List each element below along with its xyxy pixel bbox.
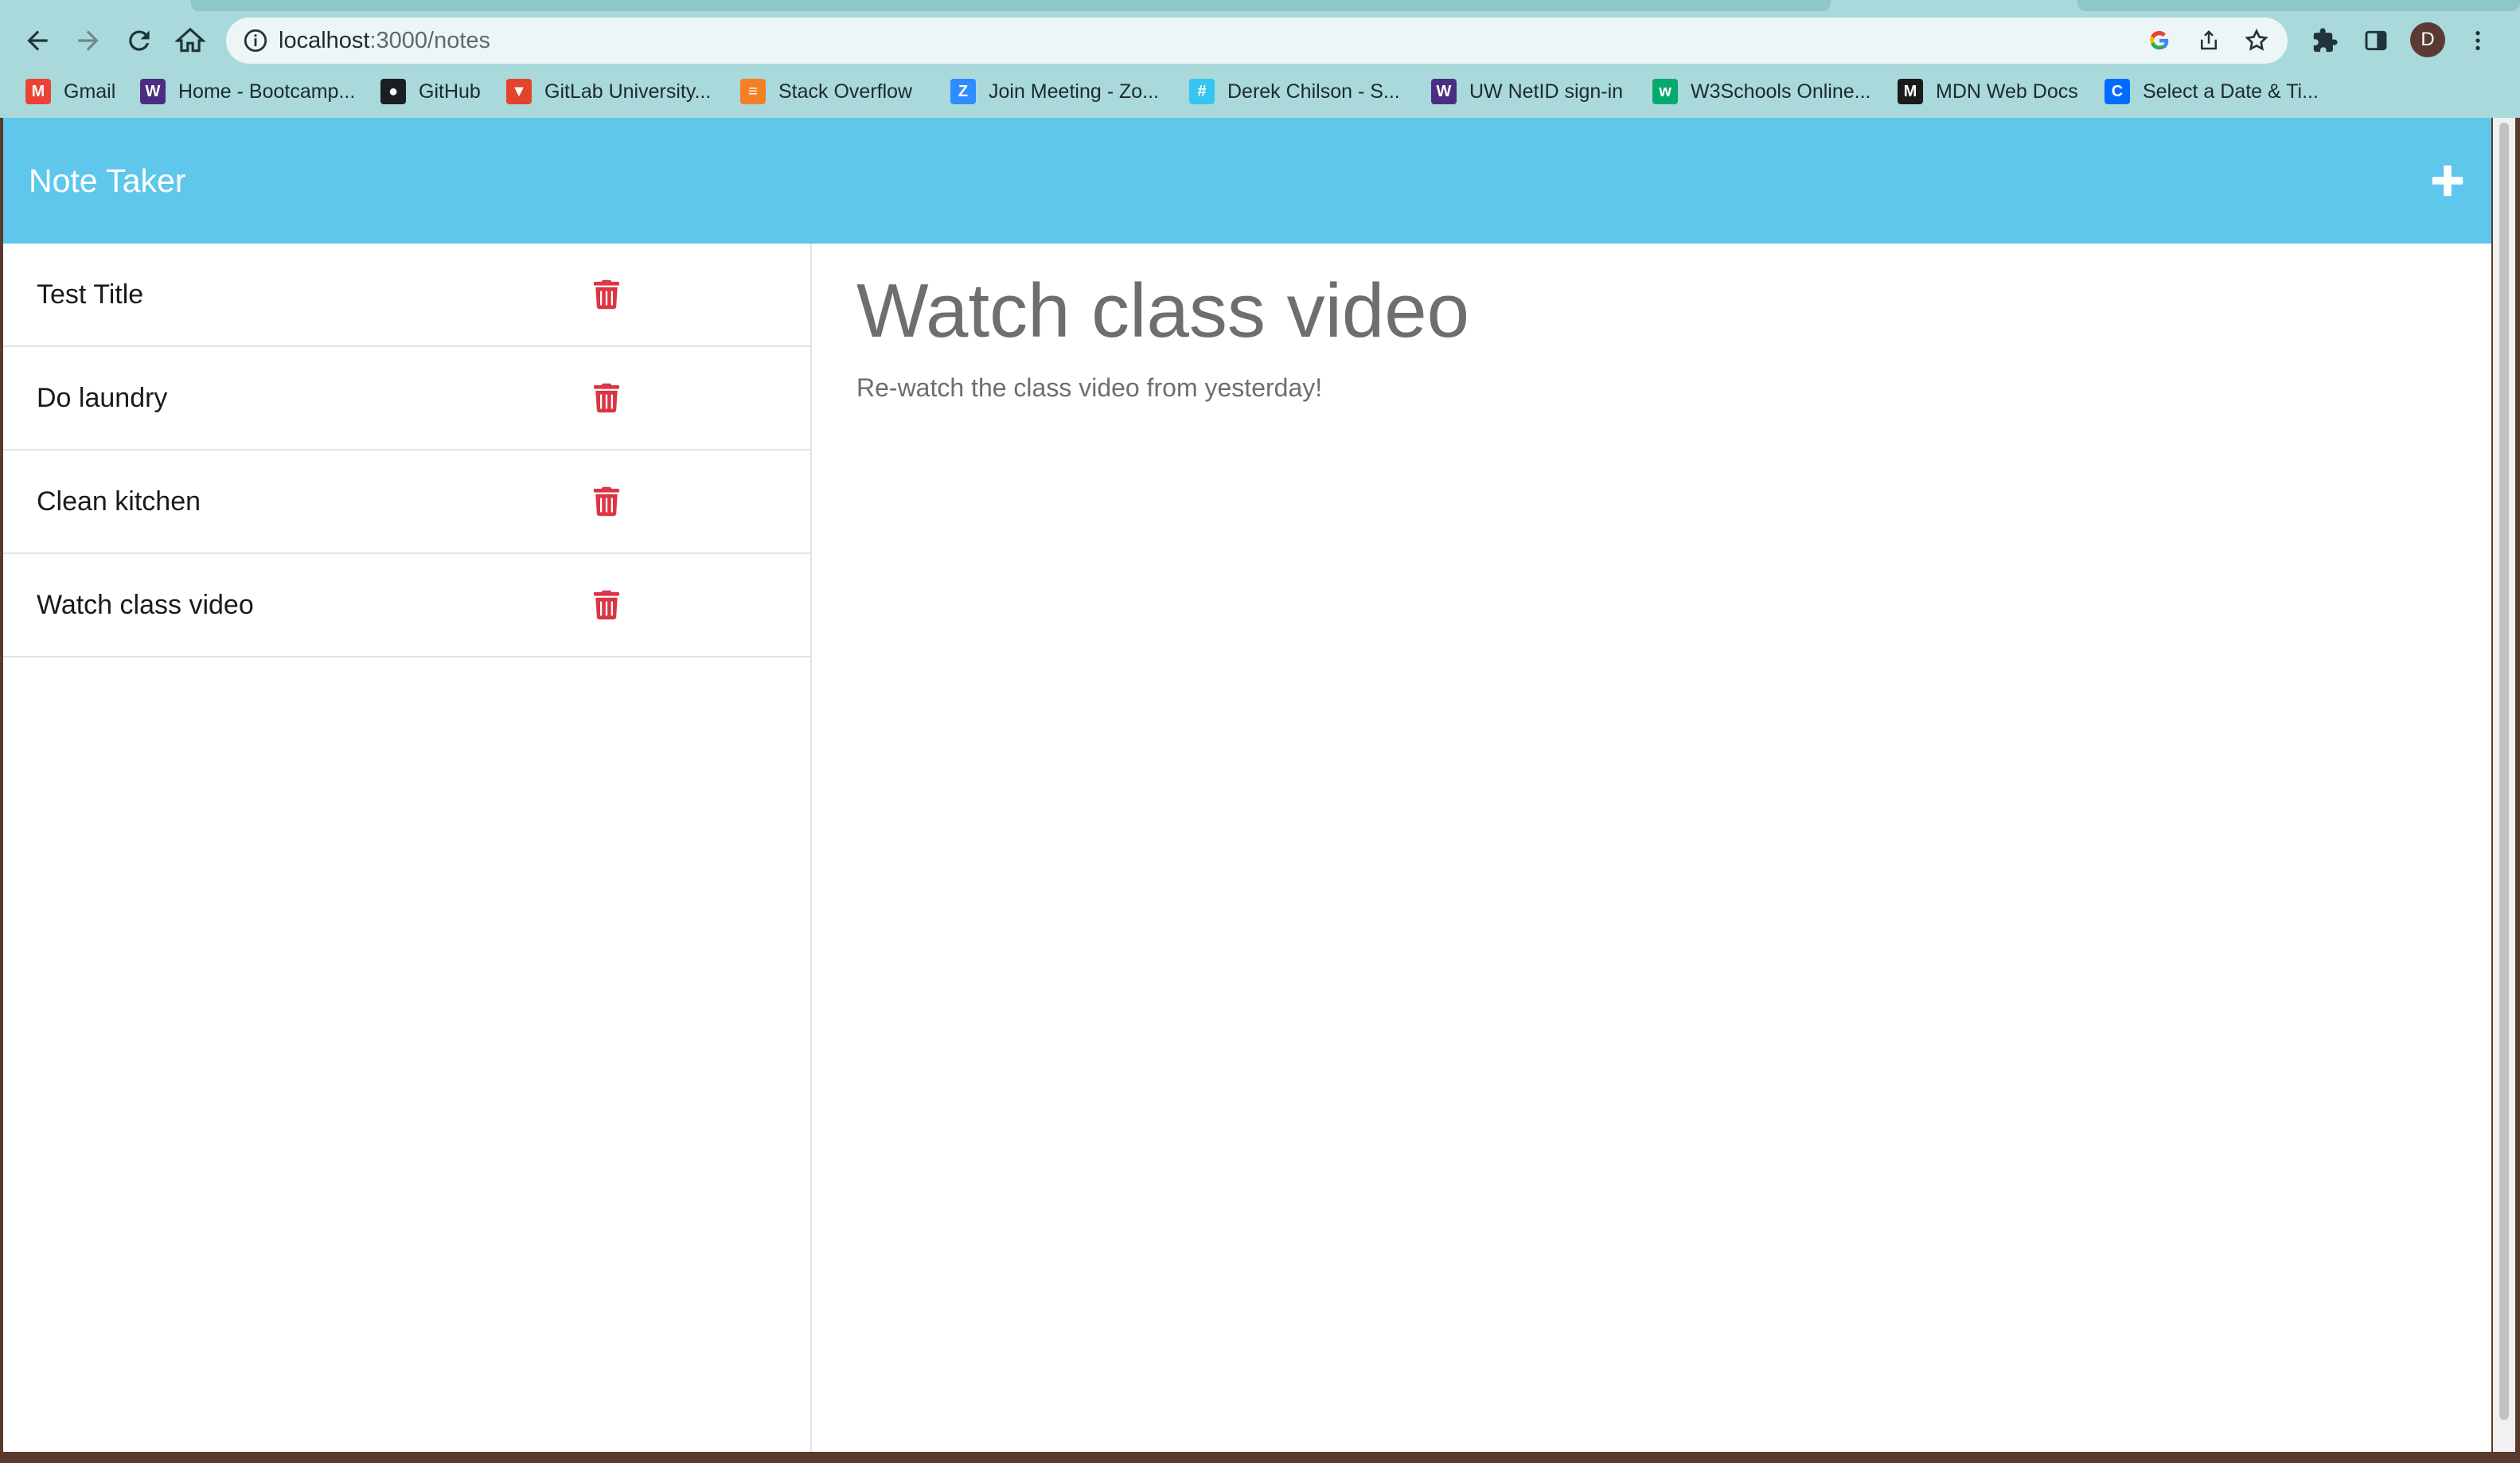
bookmark-star-icon[interactable] [2241,25,2272,56]
plus-icon [2432,165,2463,197]
bookmark-item[interactable]: w W3Schools Online... [1652,75,1871,108]
note-list-title[interactable]: Watch class video [37,554,254,656]
home-button[interactable] [167,18,213,64]
bookmark-item[interactable]: ▼ GitLab University... [506,75,711,108]
url-text[interactable]: localhost:3000/notes [279,18,490,64]
delete-note-trash-icon[interactable] [587,586,626,624]
note-editor: Watch class video Re-watch the class vid… [813,244,2491,1452]
delete-note-trash-icon[interactable] [587,275,626,314]
share-icon[interactable] [2194,25,2224,56]
new-note-button[interactable] [2423,156,2472,205]
forward-button[interactable] [65,18,111,64]
arrow-right-icon [78,30,99,51]
bookmark-item[interactable]: W UW NetID sign-in [1431,75,1623,108]
note-list-title[interactable]: Clean kitchen [37,451,201,552]
bookmark-item[interactable]: W Home - Bootcamp... [140,75,355,108]
uw-icon: W [140,79,166,104]
note-list-item[interactable]: Watch class video [3,554,810,657]
delete-note-trash-icon[interactable] [587,379,626,417]
bookmark-label: Select a Date & Ti... [2143,80,2319,103]
google-icon[interactable] [2144,25,2175,56]
note-list-title[interactable]: Test Title [37,244,143,345]
arrow-left-icon [27,30,48,51]
note-list-item[interactable]: Clean kitchen [3,451,810,554]
mdn-icon: M [1898,79,1923,104]
browser-toolbar: localhost:3000/notes D [0,13,2520,68]
note-title-input[interactable]: Watch class video [856,259,1469,363]
w3schools-icon: w [1652,79,1678,104]
page-viewport: Note Taker Test Title Do laundry Clean kit… [3,118,2491,1452]
scrollbar-thumb[interactable] [2499,123,2509,1420]
bookmark-item[interactable]: M Gmail [25,75,115,108]
kebab-menu-icon[interactable] [2460,22,2496,59]
tab-background[interactable] [191,0,1831,11]
bookmark-item[interactable]: ≡ Stack Overflow [740,75,912,108]
calendly-icon: C [2105,79,2130,104]
app-brand[interactable]: Note Taker [29,118,186,244]
bookmark-label: Gmail [64,80,116,103]
url-host: localhost [279,28,370,53]
bookmark-item[interactable]: M MDN Web Docs [1898,75,2078,108]
address-bar[interactable]: localhost:3000/notes [226,18,2288,64]
info-icon[interactable] [242,27,269,54]
profile-avatar[interactable]: D [2410,22,2445,57]
bookmarks-bar: M Gmail W Home - Bootcamp... ● GitHub ▼ GitLab … [0,68,2520,115]
gitlab-icon: ▼ [506,79,532,104]
bookmark-label: Stack Overflow [778,80,913,103]
bookmark-label: MDN Web Docs [1936,80,2078,103]
home-icon [175,27,205,53]
delete-note-trash-icon[interactable] [587,482,626,521]
notes-list: Test Title Do laundry Clean kitchen Watch c… [3,244,812,1452]
extensions-icon[interactable] [2307,22,2343,59]
bookmark-label: UW NetID sign-in [1469,80,1624,103]
note-list-item[interactable]: Do laundry [3,347,810,451]
app-navbar: Note Taker [3,118,2491,244]
github-icon: ● [380,79,406,104]
bookmark-label: GitLab University... [544,80,712,103]
bookmark-label: GitHub [419,80,481,103]
bookmark-label: Home - Bootcamp... [178,80,356,103]
url-path: :3000/notes [369,28,491,53]
stackoverflow-icon: ≡ [740,79,766,104]
bookmark-item[interactable]: # Derek Chilson - S... [1189,75,1400,108]
zoom-icon: Z [950,79,976,104]
note-list-title[interactable]: Do laundry [37,347,167,449]
reload-icon [129,30,150,51]
reload-button[interactable] [116,18,162,64]
uw-icon: W [1431,79,1457,104]
tab-background[interactable] [2077,0,2520,11]
bookmark-item[interactable]: Z Join Meeting - Zo... [950,75,1159,108]
browser-chrome: localhost:3000/notes D M Gmail W Home - Boo… [0,0,2520,118]
bookmark-label: Join Meeting - Zo... [989,80,1159,103]
side-panel-icon[interactable] [2358,22,2394,59]
page-scrollbar[interactable] [2493,118,2515,1452]
gmail-icon: M [25,79,51,104]
back-button[interactable] [14,18,60,64]
tab-strip [0,0,2520,13]
note-list-item[interactable]: Test Title [3,244,810,347]
bookmark-item[interactable]: C Select a Date & Ti... [2105,75,2319,108]
bookmark-label: W3Schools Online... [1691,80,1871,103]
bookmark-item[interactable]: ● GitHub [380,75,481,108]
slack-icon: # [1189,79,1215,104]
note-text-area[interactable]: Re-watch the class video from yesterday! [856,368,1322,408]
bookmark-label: Derek Chilson - S... [1227,80,1400,103]
